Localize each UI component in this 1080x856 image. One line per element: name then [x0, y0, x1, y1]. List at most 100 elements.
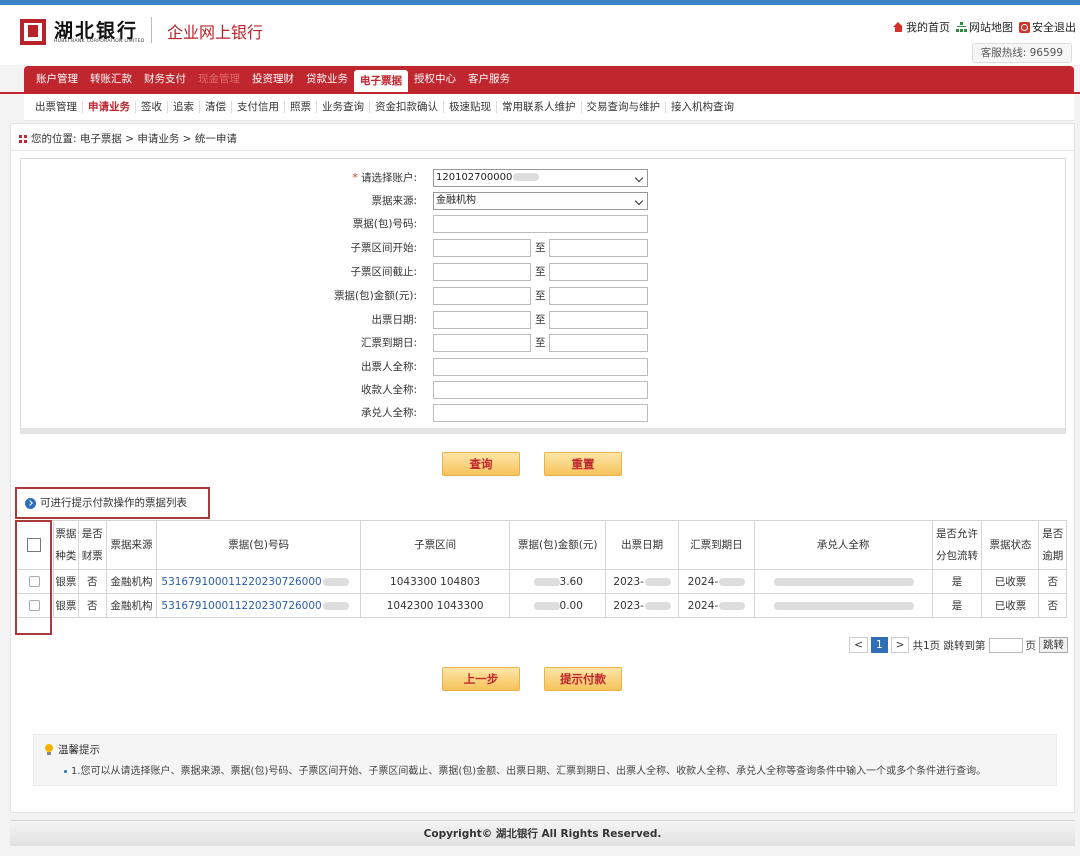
main-nav-cash[interactable]: 现金管理	[192, 66, 246, 92]
col-header: 子票区间	[359, 520, 511, 570]
sub-start-from-input[interactable]	[433, 239, 531, 257]
col-header: 票据状态	[981, 520, 1040, 570]
to-label: 至	[535, 242, 546, 254]
main-nav-service[interactable]: 客户服务	[462, 66, 516, 92]
acceptor-input[interactable]	[433, 404, 648, 422]
due-text: 2024-	[687, 575, 719, 588]
logo-divider	[151, 17, 152, 43]
account-value: 120102700000	[436, 172, 513, 183]
main-nav-transfer[interactable]: 转账汇款	[84, 66, 138, 92]
row-checkbox[interactable]	[28, 576, 40, 587]
row-checkbox[interactable]	[28, 600, 40, 611]
select-all-checkbox[interactable]	[27, 538, 42, 552]
main-nav-ebill[interactable]: 电子票据	[354, 70, 408, 92]
sub-nav-discount[interactable]: 极速贴现	[444, 101, 497, 113]
jump-button[interactable]: 跳转	[1039, 637, 1068, 653]
sub-nav-query[interactable]: 业务查询	[317, 101, 370, 113]
table-header-row: 票据种类 是否财票 票据来源 票据(包)号码 子票区间 票据(包)金额(元) 出…	[15, 520, 1067, 570]
bill-no-link[interactable]: 531679100011220230726000	[156, 593, 361, 618]
main-nav-finance-pay[interactable]: 财务支付	[138, 66, 192, 92]
row-due-date: 汇票到期日: 至	[21, 334, 1067, 353]
hotline: 客服热线: 96599	[971, 43, 1072, 63]
bill-table: 票据种类 是否财票 票据来源 票据(包)号码 子票区间 票据(包)金额(元) 出…	[15, 520, 1067, 618]
payee-input[interactable]	[433, 381, 648, 399]
site-subtitle: 企业网上银行	[167, 23, 264, 42]
sub-nav-settle[interactable]: 清偿	[200, 101, 232, 113]
row-issue-date: 出票日期: 至	[21, 311, 1067, 330]
bullet-icon	[64, 769, 67, 773]
account-select[interactable]: 120102700000	[433, 169, 648, 187]
masked-value	[513, 173, 540, 181]
reset-button[interactable]: 重置	[544, 452, 622, 476]
main-nav-account[interactable]: 账户管理	[30, 66, 84, 92]
due-date-to-input[interactable]	[549, 334, 648, 352]
main-nav-auth[interactable]: 授权中心	[408, 66, 462, 92]
masked-value	[322, 601, 349, 610]
sub-end-to-input[interactable]	[549, 263, 648, 281]
to-label: 至	[535, 290, 546, 302]
col-header: 是否逾期	[1038, 520, 1067, 570]
sub-nav: 出票管理 申请业务 签收 追索 清偿 支付信用 照票 业务查询 资金扣款确认 极…	[24, 94, 1074, 121]
row-select-cell	[15, 593, 54, 618]
main-nav-invest[interactable]: 投资理财	[246, 66, 300, 92]
sub-nav-recourse[interactable]: 追索	[168, 101, 200, 113]
prompt-payment-button[interactable]: 提示付款	[544, 667, 622, 691]
chevron-down-icon	[634, 173, 644, 183]
page-suffix: 页	[1025, 639, 1037, 652]
to-label: 至	[535, 337, 546, 349]
bill-no-label: 票据(包)号码:	[352, 218, 417, 230]
cell-source: 金融机构	[105, 569, 158, 594]
sub-nav-photo[interactable]: 照票	[285, 101, 317, 113]
bank-name-en: HUBEI BANK CORPORATION LIMITED	[54, 39, 145, 44]
sub-nav-contacts[interactable]: 常用联系人维护	[497, 101, 582, 113]
row-acceptor: 承兑人全称:	[21, 404, 1067, 423]
due-date-from-input[interactable]	[433, 334, 531, 352]
amount-from-input[interactable]	[433, 287, 531, 305]
issue-date-to-input[interactable]	[549, 311, 648, 329]
sub-nav-org[interactable]: 接入机构查询	[666, 101, 739, 113]
sub-nav-credit[interactable]: 支付信用	[232, 101, 285, 113]
breadcrumb: 您的位置: 电子票据 > 申请业务 > 统一申请	[19, 131, 237, 146]
source-value: 金融机构	[436, 195, 476, 206]
amount-to-input[interactable]	[549, 287, 648, 305]
logout-link[interactable]: 安全退出	[1019, 19, 1076, 35]
header: 湖北银行 HUBEI BANK CORPORATION LIMITED 企业网上…	[0, 5, 1080, 65]
sub-start-label: 子票区间开始:	[350, 242, 417, 254]
jump-page-input[interactable]	[988, 637, 1023, 653]
sitemap-link[interactable]: 网站地图	[956, 19, 1013, 35]
tips-title: 温馨提示	[44, 742, 100, 757]
tips-line-text: 1.您可以从请选择账户、票据来源、票据(包)号码、子票区间开始、子票区间截止、票…	[71, 766, 987, 777]
row-sub-end: 子票区间截止: 至	[21, 263, 1067, 282]
bill-no-link[interactable]: 531679100011220230726000	[156, 569, 361, 594]
home-link-label: 我的首页	[906, 21, 950, 34]
issue-date-from-input[interactable]	[433, 311, 531, 329]
sub-end-from-input[interactable]	[433, 263, 531, 281]
prev-step-button[interactable]: 上一步	[442, 667, 520, 691]
source-select[interactable]: 金融机构	[433, 192, 648, 210]
sub-nav-apply[interactable]: 申请业务	[83, 101, 136, 113]
home-link[interactable]: 我的首页	[893, 19, 950, 35]
masked-value	[533, 601, 560, 610]
next-page-button[interactable]: >	[890, 637, 910, 653]
current-page[interactable]: 1	[870, 637, 888, 653]
prev-page-button[interactable]: <	[849, 637, 868, 653]
list-title: 可进行提示付款操作的票据列表	[15, 487, 210, 519]
main-nav-loan[interactable]: 贷款业务	[300, 66, 354, 92]
sub-nav-issue[interactable]: 出票管理	[30, 101, 83, 113]
sub-start-to-input[interactable]	[549, 239, 648, 257]
bill-no-input[interactable]	[433, 215, 648, 233]
sub-nav-txn[interactable]: 交易查询与维护	[582, 101, 666, 113]
query-button[interactable]: 查询	[442, 452, 520, 476]
total-pages-text: 共1页 跳转到第	[912, 639, 986, 652]
cell-fin: 否	[78, 593, 107, 618]
cell-fin: 否	[78, 569, 107, 594]
footer-copyright: Copyright© 湖北银行 All Rights Reserved.	[10, 820, 1075, 846]
drawer-input[interactable]	[433, 358, 648, 376]
sitemap-link-label: 网站地图	[969, 21, 1013, 34]
sub-nav-deduct[interactable]: 资金扣款确认	[370, 101, 444, 113]
main-content: 您的位置: 电子票据 > 申请业务 > 统一申请 * 请选择账户: 120102…	[10, 123, 1075, 813]
sub-end-label: 子票区间截止:	[350, 266, 417, 278]
row-drawer: 出票人全称:	[21, 358, 1067, 377]
cell-split: 是	[931, 569, 983, 594]
sub-nav-sign[interactable]: 签收	[136, 101, 168, 113]
